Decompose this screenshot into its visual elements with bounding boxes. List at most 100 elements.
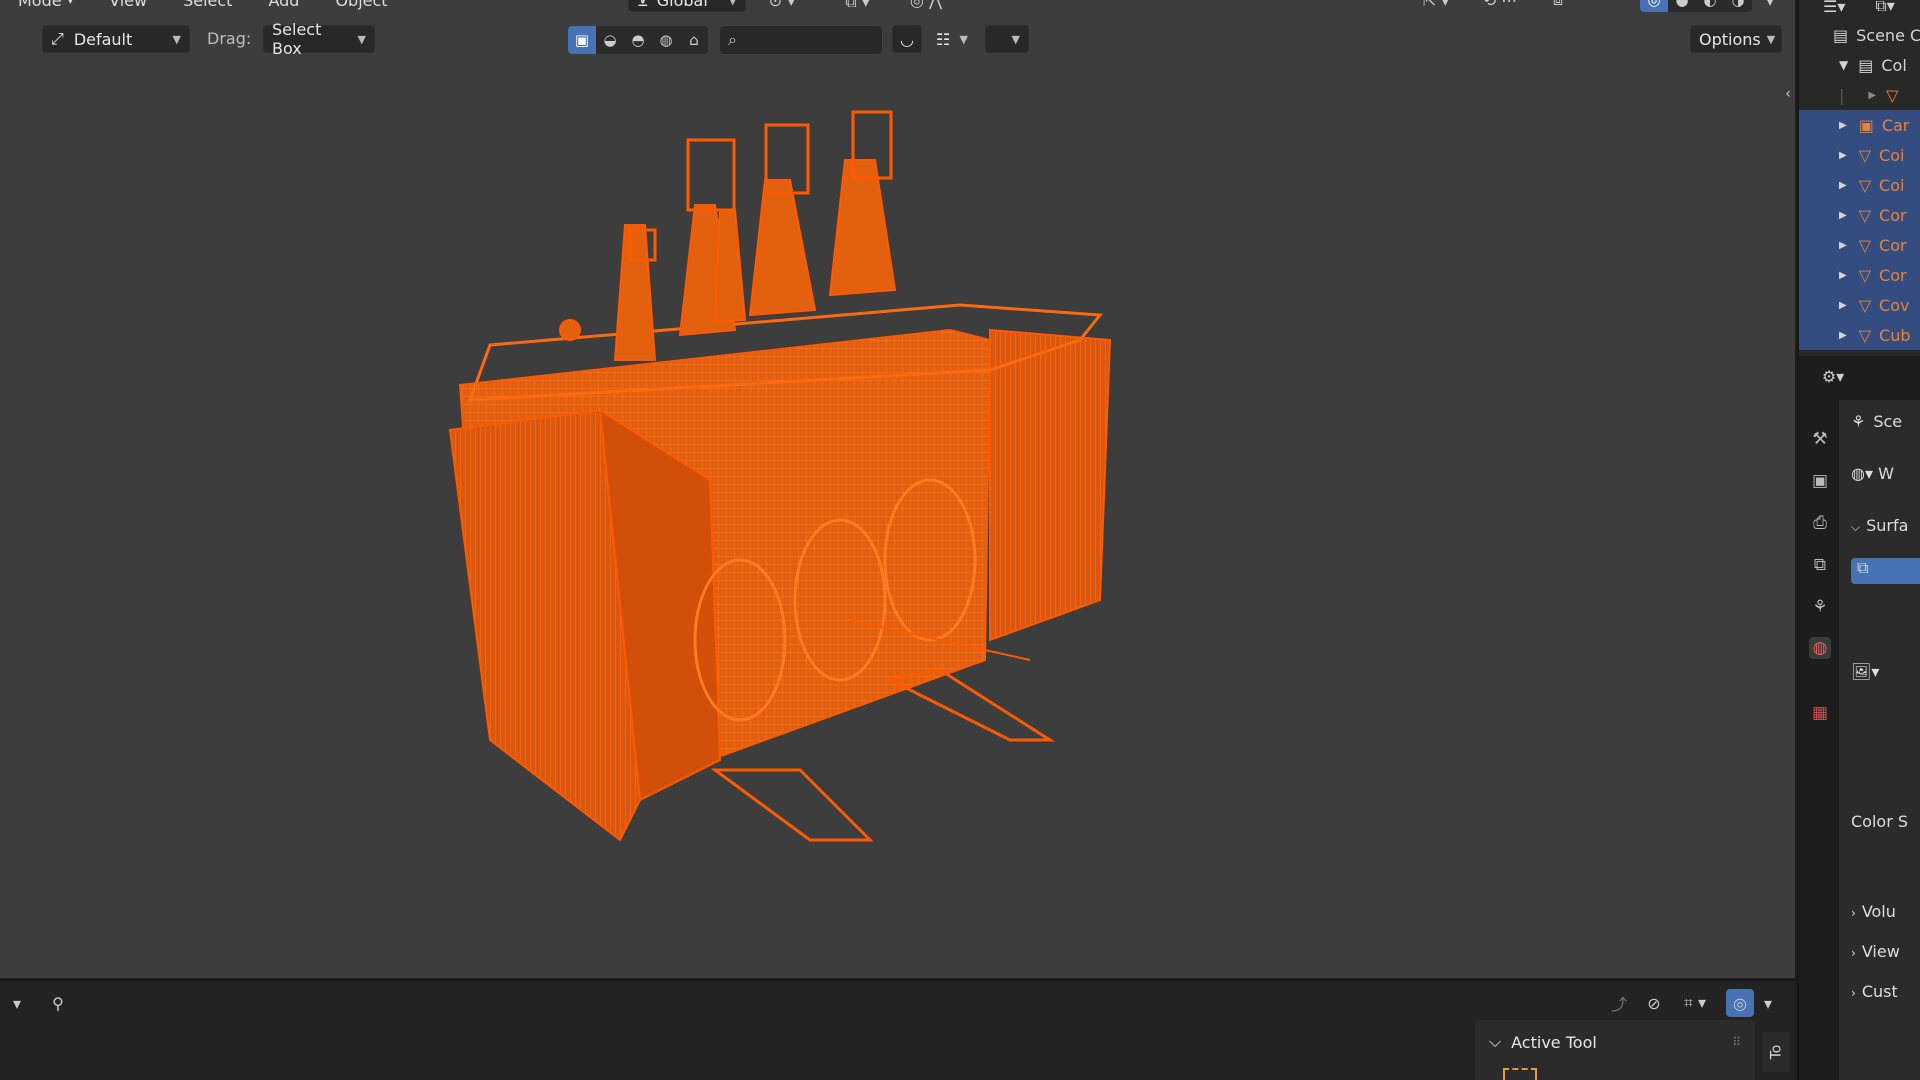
orientation-icon: ⊻ [637,0,649,10]
camera-icon: ▣ [1858,115,1874,135]
expand-icon: ▶ [1839,209,1847,221]
snapping-icon[interactable]: ⌒ ⧉ ▾ [810,0,884,12]
menu-add[interactable]: Add [250,0,317,10]
xray-icon[interactable]: ⧈ [1540,0,1576,12]
transformer-wireframe-model[interactable] [430,100,1130,900]
overlay-toggle-icon[interactable]: ◎ [1726,989,1754,1017]
surface-section-header[interactable]: ⌵ Surfa [1851,516,1908,535]
proportional-edit-icon[interactable]: ◎ ⋀ [894,0,958,12]
collection-icon: ▤ [1858,55,1874,75]
outliner-row[interactable]: ▶ ▣ Car [1799,110,1920,140]
expand-icon: ▶ [1839,329,1847,341]
parent-icon[interactable]: ⤴ [1605,989,1633,1017]
drag-label: Drag: [207,29,252,48]
scene-breadcrumb: ⚘ Sce [1851,412,1903,431]
outliner-row[interactable]: ▶ ▽ Cov [1799,290,1920,320]
outliner-row[interactable]: ▶ ▽ Coi [1799,140,1920,170]
wireframe-shading-icon[interactable]: ◎ [1640,0,1668,12]
menu-view[interactable]: View [91,0,165,10]
gizmo-toggle-icon[interactable]: ⇱ ▾ [1412,0,1460,12]
mesh-icon: ▽ [1858,265,1872,285]
options-dropdown[interactable]: Options ▼ [1690,25,1782,53]
render-tab-icon[interactable]: ▣ [1809,470,1831,492]
viewport-display-section-header[interactable]: › View [1851,942,1900,961]
expand-icon: ▶ [1839,149,1847,161]
snap-grid-icon[interactable]: ⌗ ▾ [1672,989,1718,1017]
view-layer-tab-icon[interactable]: ⧉ [1809,554,1831,576]
drag-select-dropdown[interactable]: Select Box ▼ [263,20,375,58]
editor-type-icon[interactable]: ⚙▾ [1811,362,1855,390]
chevron-down-icon: ⌵ [1851,520,1861,534]
volume-section-header[interactable]: › Volu [1851,902,1896,921]
select-subtract-icon[interactable]: ◓ [624,26,652,54]
right-panels: ☰▾ ⧉▾ ▤ Scene C ▼ ▤ Col | ▶ ▽ ▶ ▣ Car ▶ ▽ Co… [1797,0,1920,1080]
outliner-row[interactable]: ▶ ▽ Cor [1799,230,1920,260]
material-shading-icon[interactable]: ◐ [1696,0,1724,12]
active-tool-panel: ⌵ Active Tool ⠿ [1475,1020,1755,1080]
scene-icon: ⚘ [1851,412,1866,431]
outliner-row[interactable]: ▶ ▽ Coi [1799,170,1920,200]
outliner-row[interactable]: ▶ ▽ Cor [1799,200,1920,230]
tool-tab-icon[interactable]: ⚒ [1809,428,1831,450]
world-tab-icon[interactable]: ◍ [1809,637,1831,659]
mesh-icon: ▽ [1858,325,1872,345]
transform-pivot-dropdown[interactable]: ⤢ Default ▼ [42,25,190,53]
rendered-shading-icon[interactable]: ◑ [1724,0,1752,12]
expand-icon: ▶ [1839,299,1847,311]
transform-orientation-dropdown[interactable]: ⊻ Global ▼ [628,0,746,12]
mesh-icon: ▽ [1886,85,1899,105]
filter-icon[interactable]: ⧉▾ [1875,0,1894,12]
shading-options-chevron-icon[interactable]: ▾ [1758,0,1782,12]
image-icon: 🖼▾ [1851,662,1880,681]
link-icon[interactable]: ⊘ [1640,989,1668,1017]
outliner-scene-collection[interactable]: ▤ Scene C [1799,20,1920,50]
image-selector[interactable]: 🖼▾ [1851,662,1879,681]
world-selector[interactable]: ◍▾ W [1851,464,1894,483]
tool-tab[interactable]: To [1762,1032,1790,1072]
search-input[interactable]: ⌕ [720,26,882,54]
chevron-down-icon: ▼ [357,32,366,46]
color-space-label: Color S [1851,812,1909,831]
solid-shading-icon[interactable]: ● [1668,0,1696,12]
select-invert-icon[interactable]: ◍ [652,26,680,54]
overlay-options-chevron-icon[interactable]: ▾ [1756,989,1780,1017]
pivot-point-icon[interactable]: ⊙ ▾ [760,0,804,12]
properties-panel: ⚘ Sce ◍▾ W ⌵ Surfa ⧉ 🖼▾ Color S › Volu › Vie… [1839,400,1920,1080]
display-mode-icon[interactable]: ☰▾ [1823,0,1845,12]
custom-properties-section-header[interactable]: › Cust [1851,982,1898,1001]
outliner-collection[interactable]: ▼ ▤ Col [1799,50,1920,80]
expand-icon[interactable]: ▶ [1868,90,1876,101]
editor-type-chevron-icon[interactable]: ▾ [0,989,34,1017]
menu-object[interactable]: Object [317,0,405,10]
expand-icon: ▶ [1839,179,1847,191]
expand-icon[interactable]: ▼ [1839,58,1848,72]
expand-icon: ▶ [1839,119,1847,131]
collapse-chevron-icon[interactable]: ⌵ [1489,1032,1501,1052]
surface-node-button[interactable]: ⧉ [1851,558,1920,584]
3d-viewport[interactable]: Mode ▾ View Select Add Object ⊻ Global ▼ … [0,0,1795,978]
expand-icon: ▶ [1839,239,1847,251]
hierarchy-dropdown[interactable]: ☷ ▼ [928,25,976,53]
output-tab-icon[interactable]: ⎙ [1809,512,1831,534]
drag-handle-icon[interactable]: ⠿ [1732,1035,1741,1049]
sidebar-toggle-icon[interactable]: ‹ [1780,80,1795,108]
menu-select[interactable]: Select [165,0,250,10]
select-box-tool-icon [1503,1068,1537,1080]
viewport-menubar: Mode ▾ View Select Add Object [0,0,406,14]
axis-icon: ⤢ [51,29,64,48]
mode-menu[interactable]: Mode ▾ [0,0,91,10]
select-set-icon[interactable]: ▣ [568,26,596,54]
outliner-row[interactable]: ▶ ▽ Cor [1799,260,1920,290]
selection-mode-buttons: ▣ ◒ ◓ ◍ ⌂ [568,26,708,54]
scene-tab-icon[interactable]: ⚘ [1809,596,1831,618]
outliner-row[interactable]: ▶ ▽ Cub [1799,320,1920,350]
empty-dropdown[interactable]: ▼ [985,25,1029,53]
filter-dropdown[interactable]: ◡ [892,25,922,53]
select-extend-icon[interactable]: ◒ [596,26,624,54]
chevron-down-icon: ▼ [1011,32,1020,46]
select-intersect-icon[interactable]: ⌂ [680,26,708,54]
overlay-icon[interactable]: ⟲ ⋯ [1472,0,1528,12]
pin-icon[interactable]: ⚲ [44,989,72,1017]
texture-tab-icon[interactable]: ▦ [1809,702,1831,724]
outliner-child-row[interactable]: | ▶ ▽ [1799,80,1920,110]
